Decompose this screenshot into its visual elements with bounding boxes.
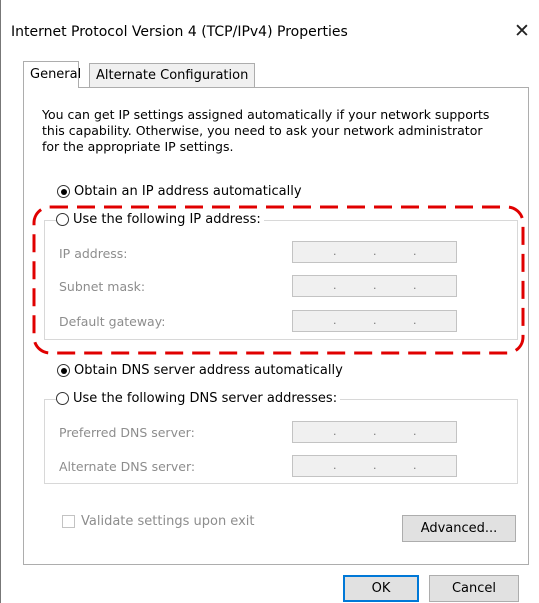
tab-alternate-configuration[interactable]: Alternate Configuration <box>89 63 255 87</box>
description-text: You can get IP settings assigned automat… <box>42 107 522 155</box>
octet-separator: . <box>373 425 377 438</box>
use-following-dns-radio[interactable] <box>56 392 69 405</box>
octet-separator: . <box>333 279 337 292</box>
window-title: Internet Protocol Version 4 (TCP/IPv4) P… <box>11 24 348 40</box>
use-following-ip-radio[interactable] <box>56 213 69 226</box>
octet-separator: . <box>373 459 377 472</box>
alternate-dns-label: Alternate DNS server: <box>59 459 196 474</box>
obtain-dns-auto-radio-row[interactable]: Obtain DNS server address automatically <box>57 363 343 378</box>
obtain-ip-auto-label: Obtain an IP address automatically <box>74 184 302 199</box>
octet-separator: . <box>413 459 417 472</box>
preferred-dns-field[interactable]: ... <box>292 421 457 443</box>
validate-settings-checkbox[interactable] <box>62 515 75 528</box>
obtain-dns-auto-label: Obtain DNS server address automatically <box>74 363 343 378</box>
validate-settings-label: Validate settings upon exit <box>81 514 255 529</box>
description-line: this capability. Otherwise, you need to … <box>42 123 483 138</box>
octet-separator: . <box>413 245 417 258</box>
use-following-ip-radio-row[interactable]: Use the following IP address: <box>56 212 264 227</box>
close-icon[interactable]: ✕ <box>509 18 535 44</box>
description-line: for the appropriate IP settings. <box>42 139 234 154</box>
title-bar: Internet Protocol Version 4 (TCP/IPv4) P… <box>1 0 539 56</box>
obtain-dns-auto-radio[interactable] <box>57 364 70 377</box>
general-tab-panel: You can get IP settings assigned automat… <box>23 87 529 565</box>
octet-separator: . <box>413 314 417 327</box>
ip-address-field[interactable]: ... <box>292 241 457 263</box>
use-following-dns-radio-row[interactable]: Use the following DNS server addresses: <box>56 391 341 406</box>
description-line: You can get IP settings assigned automat… <box>42 107 490 122</box>
subnet-mask-field[interactable]: ... <box>292 275 457 297</box>
ip-address-label: IP address: <box>59 246 128 261</box>
octet-separator: . <box>413 425 417 438</box>
default-gateway-field[interactable]: ... <box>292 310 457 332</box>
octet-separator: . <box>333 314 337 327</box>
cancel-button[interactable]: Cancel <box>429 575 519 602</box>
octet-separator: . <box>413 279 417 292</box>
preferred-dns-label: Preferred DNS server: <box>59 425 195 440</box>
octet-separator: . <box>333 245 337 258</box>
obtain-ip-auto-radio-row[interactable]: Obtain an IP address automatically <box>57 184 302 199</box>
octet-separator: . <box>373 245 377 258</box>
use-following-ip-label: Use the following IP address: <box>73 212 261 227</box>
validate-settings-row[interactable]: Validate settings upon exit <box>62 514 254 529</box>
tab-general[interactable]: General <box>23 61 81 88</box>
default-gateway-label: Default gateway: <box>59 314 166 329</box>
octet-separator: . <box>333 425 337 438</box>
octet-separator: . <box>373 279 377 292</box>
advanced-button[interactable]: Advanced... <box>402 515 516 542</box>
ok-button[interactable]: OK <box>343 575 419 602</box>
octet-separator: . <box>333 459 337 472</box>
alternate-dns-field[interactable]: ... <box>292 455 457 477</box>
octet-separator: . <box>373 314 377 327</box>
obtain-ip-auto-radio[interactable] <box>57 185 70 198</box>
tcpip-properties-dialog: Internet Protocol Version 4 (TCP/IPv4) P… <box>0 0 539 603</box>
use-following-dns-label: Use the following DNS server addresses: <box>73 391 338 406</box>
subnet-mask-label: Subnet mask: <box>59 279 146 294</box>
